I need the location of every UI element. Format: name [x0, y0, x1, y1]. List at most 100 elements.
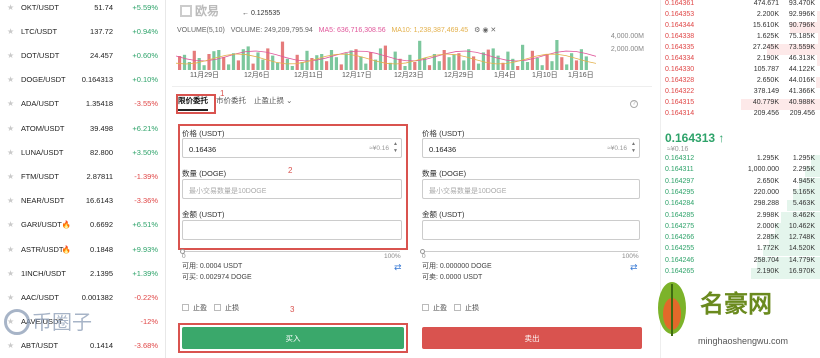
bid-row[interactable]: 0.164255 1.772K 14.520K	[661, 245, 820, 257]
ticker-row[interactable]: ★ NEAR/USDT 16.6143 -3.36%	[0, 194, 165, 208]
volume-bar	[560, 57, 564, 70]
hot-flame-icon: 🔥	[61, 244, 72, 254]
ask-row[interactable]: 0.164344 15.610K 90.796K	[661, 22, 820, 33]
volume-bar	[521, 44, 525, 70]
ask-price: 0.164361	[665, 0, 695, 7]
ticker-row[interactable]: ★ FTM/USDT 2.87811 -1.39%	[0, 169, 165, 183]
buy-qty-input[interactable]: 最小交易数量是10DOGE	[182, 179, 402, 199]
buy-price-input[interactable]: 0.16436 ≈¥0.16 ▲ ▼	[182, 138, 402, 158]
favorite-star-icon[interactable]: ★	[7, 220, 14, 229]
ask-row[interactable]: 0.164314 209.456 209.456	[661, 110, 820, 121]
watermark-logo-icon	[4, 309, 30, 335]
ticker-row[interactable]: ★ ASTR/USDT 🔥 0.1848 +9.93%	[0, 242, 165, 256]
ticker-price: 0.1414	[90, 341, 113, 351]
slider-min-label: 0	[182, 253, 186, 260]
bid-row[interactable]: 0.164285 2.998K 8.462K	[661, 211, 820, 223]
favorite-star-icon[interactable]: ★	[7, 172, 14, 181]
date-tick-label: 12月6日	[244, 72, 270, 79]
favorite-star-icon[interactable]: ★	[7, 51, 14, 60]
ticker-row[interactable]: ★ AAC/USDT 0.001382 -0.22%	[0, 290, 165, 304]
favorite-star-icon[interactable]: ★	[7, 99, 14, 108]
volume-bar	[418, 40, 422, 70]
ticker-row[interactable]: ★ LUNA/USDT 82.800 +3.50%	[0, 145, 165, 159]
sell-take-profit-checkbox[interactable]: 止盈	[422, 303, 447, 313]
favorite-star-icon[interactable]: ★	[7, 293, 14, 302]
favorite-star-icon[interactable]: ★	[7, 3, 14, 12]
volume-bar	[261, 59, 265, 70]
buy-button[interactable]: 买入	[182, 327, 404, 349]
ticker-change: +0.10%	[132, 75, 158, 85]
volume-bar	[584, 56, 588, 70]
bid-row[interactable]: 0.164284 298.288 5.463K	[661, 200, 820, 212]
favorite-star-icon[interactable]: ★	[7, 27, 14, 36]
ticker-row[interactable]: ★ ADA/USDT 1.35418 -3.55%	[0, 97, 165, 111]
ask-row[interactable]: 0.164315 40.779K 40.988K	[661, 99, 820, 110]
volume-bar	[530, 50, 534, 70]
favorite-star-icon[interactable]: ★	[7, 245, 14, 254]
ask-total: 46.313K	[788, 55, 815, 62]
favorite-star-icon[interactable]: ★	[7, 124, 14, 133]
ask-row[interactable]: 0.164335 27.245K 73.559K	[661, 44, 820, 55]
ticker-row[interactable]: ★ LTC/USDT 137.72 +0.94%	[0, 24, 165, 38]
bid-row[interactable]: 0.164312 1.295K 1.295K	[661, 155, 820, 166]
sell-button[interactable]: 卖出	[422, 327, 642, 349]
settings-icon[interactable]: ⚙ ◉ ✕	[474, 27, 496, 34]
favorite-star-icon[interactable]: ★	[7, 269, 14, 278]
transfer-icon[interactable]: ⇄	[394, 262, 402, 273]
bid-row[interactable]: 0.164266 2.285K 12.748K	[661, 234, 820, 246]
ticker-symbol: LTC/USDT	[21, 26, 58, 36]
ask-row[interactable]: 0.164361 474.671 93.470K	[661, 0, 820, 11]
ticker-row[interactable]: ★ 1INCH/USDT 2.1395 +1.39%	[0, 266, 165, 280]
annotation-label: 3	[290, 305, 295, 314]
ticker-row[interactable]: ★ ABT/USDT 0.1414 -3.68%	[0, 339, 165, 353]
stepper-icon[interactable]: ▲ ▼	[393, 141, 398, 155]
sell-stop-loss-checkbox[interactable]: 止损	[454, 303, 479, 313]
ask-row[interactable]: 0.164353 2.200K 92.996K	[661, 11, 820, 22]
sell-amount-label: 金额 (USDT)	[422, 210, 465, 219]
favorite-star-icon[interactable]: ★	[7, 148, 14, 157]
transfer-icon[interactable]: ⇄	[630, 262, 638, 273]
ticker-price: 0.164313	[81, 75, 113, 85]
sell-qty-input[interactable]: 最小交易数量是10DOGE	[422, 179, 640, 199]
ticker-row[interactable]: ★ DOT/USDT 24.457 +0.60%	[0, 48, 165, 62]
favorite-star-icon[interactable]: ★	[7, 75, 14, 84]
ask-row[interactable]: 0.164334 2.190K 46.313K	[661, 55, 820, 66]
sell-percent-slider[interactable]	[422, 251, 638, 252]
buy-percent-slider[interactable]	[182, 251, 400, 252]
buy-stop-loss-checkbox[interactable]: 止损	[214, 303, 239, 313]
favorite-star-icon[interactable]: ★	[7, 196, 14, 205]
ask-price: 0.164334	[665, 55, 695, 62]
watermark-right: 名豪网 minghaoshengwu.com	[648, 272, 820, 358]
help-icon[interactable]: ?	[630, 100, 638, 108]
ask-amount: 27.245K	[752, 44, 779, 51]
sell-price-input[interactable]: 0.16436 ≈¥0.16 ▲ ▼	[422, 138, 640, 158]
ticker-symbol: AAC/USDT	[21, 292, 59, 302]
ask-total: 75.185K	[788, 33, 815, 40]
bid-row[interactable]: 0.164275 2.000K 10.462K	[661, 222, 820, 234]
bid-total: 12.748K	[788, 234, 815, 242]
bid-row[interactable]: 0.164295 220.000 5.165K	[661, 188, 820, 200]
ticker-row[interactable]: ★ DOGE/USDT 0.164313 +0.10%	[0, 73, 165, 87]
ticker-row[interactable]: ★ ATOM/USDT 39.498 +6.21%	[0, 121, 165, 135]
bid-row[interactable]: 0.164297 2.650K 4.945K	[661, 177, 820, 189]
bid-row[interactable]: 0.164311 1,000.000 2.295K	[661, 166, 820, 178]
stepper-icon[interactable]: ▲ ▼	[631, 141, 636, 155]
bid-row[interactable]: 0.164246 258.704 14.779K	[661, 256, 820, 268]
ask-row[interactable]: 0.164338 1.625K 75.185K	[661, 33, 820, 44]
ticker-row[interactable]: ★ OKT/USDT 51.74 +5.59%	[0, 0, 165, 14]
tab-stop-order[interactable]: 止盈止损 ⌄	[254, 95, 292, 111]
favorite-star-icon[interactable]: ★	[7, 341, 14, 350]
bid-total: 5.463K	[792, 200, 815, 208]
ticker-row[interactable]: ★ GARI/USDT 🔥 0.6692 +6.51%	[0, 218, 165, 232]
buy-amount-input[interactable]	[182, 220, 402, 240]
ticker-price: 39.498	[90, 123, 113, 133]
volume-bar	[315, 55, 319, 70]
buy-take-profit-checkbox[interactable]: 止盈	[182, 303, 207, 313]
ask-row[interactable]: 0.164322 378.149 41.366K	[661, 88, 820, 99]
ticker-price: 2.87811	[86, 171, 113, 181]
leaf-logo-icon	[658, 282, 686, 336]
sell-amount-input[interactable]	[422, 220, 640, 240]
ask-row[interactable]: 0.164328 2.650K 44.016K	[661, 77, 820, 88]
bid-price: 0.164246	[665, 256, 695, 264]
ask-row[interactable]: 0.164330 105.787 44.122K	[661, 66, 820, 77]
